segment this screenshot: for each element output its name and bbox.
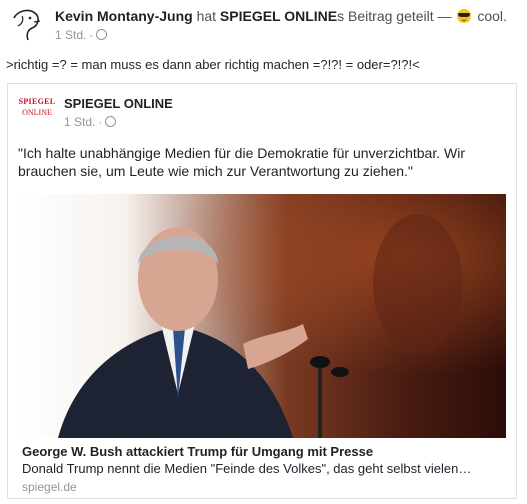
author-name[interactable]: Kevin Montany-Jung bbox=[55, 8, 193, 24]
link-description: Donald Trump nennt die Medien "Feinde de… bbox=[22, 461, 472, 476]
sunglasses-emoji-icon bbox=[457, 9, 472, 23]
spiegel-logo[interactable]: SPIEGEL ONLINE bbox=[18, 97, 56, 119]
shared-post-card[interactable]: SPIEGEL ONLINE SPIEGEL ONLINE 1 Std. · "I… bbox=[7, 83, 517, 499]
post-timestamp[interactable]: 1 Std. bbox=[55, 28, 86, 42]
shared-post-meta: 1 Std. · bbox=[64, 115, 117, 129]
shared-suffix: s Beitrag geteilt — bbox=[337, 8, 452, 24]
meta-separator: · bbox=[89, 28, 94, 42]
meta-separator: · bbox=[98, 115, 103, 129]
feeling-text: cool. bbox=[477, 8, 507, 24]
globe-icon[interactable] bbox=[96, 29, 108, 40]
globe-icon[interactable] bbox=[105, 116, 117, 127]
author-avatar[interactable] bbox=[8, 4, 48, 44]
shared-post-quote: "Ich halte unabhängige Medien für die De… bbox=[18, 145, 465, 179]
post-status-text: >richtig =? = man muss es dann aber rich… bbox=[6, 57, 420, 72]
article-photo[interactable] bbox=[18, 194, 506, 438]
link-title[interactable]: George W. Bush attackiert Trump für Umga… bbox=[22, 444, 373, 459]
post-header: Kevin Montany-Jung hat SPIEGEL ONLINEs B… bbox=[55, 8, 507, 24]
shared-post-timestamp[interactable]: 1 Std. bbox=[64, 115, 95, 129]
link-domain: spiegel.de bbox=[22, 480, 77, 494]
shared-prefix: hat bbox=[196, 8, 217, 24]
shared-page-name[interactable]: SPIEGEL ONLINE bbox=[64, 96, 173, 111]
post-meta: 1 Std. · bbox=[55, 28, 108, 42]
shared-page-link[interactable]: SPIEGEL ONLINE bbox=[220, 8, 337, 24]
